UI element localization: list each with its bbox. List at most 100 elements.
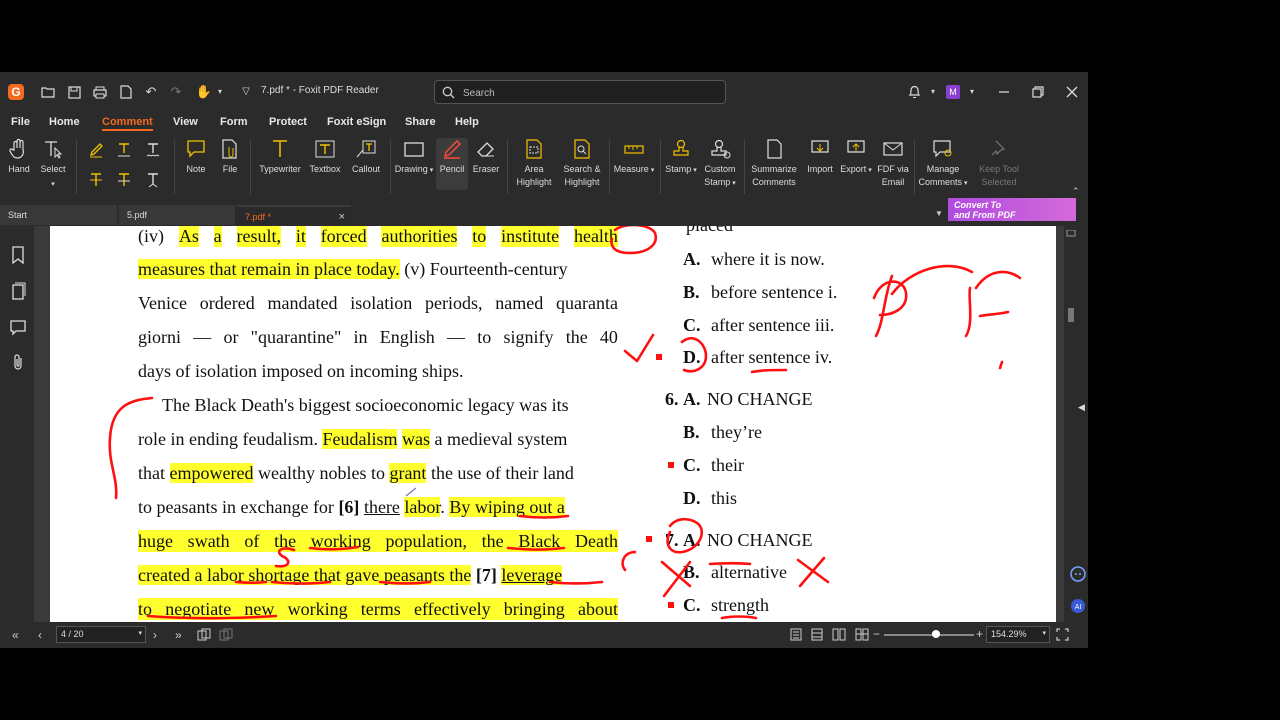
drawing-button[interactable]: Drawing ▾: [394, 138, 434, 177]
collapse-ribbon-icon[interactable]: ⌃: [1072, 186, 1080, 197]
tab-start[interactable]: Start: [0, 205, 117, 225]
new-document-icon[interactable]: [118, 84, 134, 100]
search-input[interactable]: [461, 84, 715, 102]
keep-label-1: Keep Tool: [979, 164, 1019, 174]
note-button[interactable]: Note: [182, 138, 210, 176]
chevron-down-icon[interactable]: ▾: [212, 84, 228, 100]
undo-icon[interactable]: ↶: [143, 84, 159, 100]
previous-view-icon[interactable]: [197, 628, 211, 642]
zoom-level-field[interactable]: 154.29% ▾: [986, 626, 1050, 643]
tab-5-pdf[interactable]: 5.pdf: [119, 205, 235, 225]
collapse-right-panel-icon[interactable]: ◀: [1078, 402, 1085, 413]
menu-file[interactable]: File: [11, 116, 30, 128]
menu-form[interactable]: Form: [220, 116, 248, 128]
bell-icon[interactable]: [906, 84, 922, 100]
stamp-button[interactable]: Stamp ▾: [664, 138, 698, 177]
measure-button[interactable]: Measure ▾: [613, 138, 655, 177]
manage-label-2: Comments: [918, 177, 963, 187]
save-icon[interactable]: [66, 84, 82, 100]
zoom-slider[interactable]: [884, 630, 974, 638]
select-tool-button[interactable]: Select ▾: [38, 138, 68, 191]
keep-tool-selected-button[interactable]: Keep Tool Selected: [974, 138, 1024, 189]
menu-help[interactable]: Help: [455, 116, 479, 128]
replace-text-icon[interactable]: [116, 172, 132, 188]
facing-view-icon[interactable]: [832, 628, 846, 641]
zoom-out-icon[interactable]: −: [873, 627, 880, 641]
page-number-field[interactable]: 4 / 20 ▾: [56, 626, 146, 643]
search-box[interactable]: [434, 80, 726, 104]
eraser-button[interactable]: Eraser: [470, 138, 502, 176]
option-text: this: [711, 488, 738, 508]
menu-comment[interactable]: Comment: [102, 116, 153, 131]
zoom-in-icon[interactable]: +: [976, 627, 983, 641]
menu-share[interactable]: Share: [405, 116, 436, 128]
redo-icon[interactable]: ↷: [168, 84, 184, 100]
area-highlight-button[interactable]: Area Highlight: [511, 138, 557, 189]
comments-panel-icon[interactable]: [10, 318, 26, 336]
custom-stamp-button[interactable]: Custom Stamp ▾: [700, 138, 740, 190]
pencil-button[interactable]: Pencil: [436, 138, 468, 190]
hand-tool-icon[interactable]: ✋: [196, 84, 212, 100]
file-attachment-button[interactable]: File: [216, 138, 244, 176]
user-avatar[interactable]: M: [946, 85, 960, 99]
menu-foxit-esign[interactable]: Foxit eSign: [327, 116, 386, 128]
bookmark-icon[interactable]: [10, 246, 26, 264]
continuous-view-icon[interactable]: [811, 628, 823, 641]
pages-thumbnail-icon[interactable]: [10, 282, 26, 300]
next-page-icon[interactable]: ›: [153, 628, 157, 642]
menu-home[interactable]: Home: [49, 116, 80, 128]
window-title: 7.pdf * - Foxit PDF Reader: [261, 85, 379, 96]
attachments-icon[interactable]: [10, 354, 26, 372]
import-button[interactable]: Import: [803, 138, 837, 176]
attach-file-icon: [222, 139, 237, 159]
ai-chat-icon[interactable]: AI: [1070, 598, 1086, 614]
zoom-slider-knob[interactable]: [932, 630, 940, 638]
print-icon[interactable]: [92, 84, 108, 100]
insert-text-icon[interactable]: [145, 172, 161, 188]
textbox-button[interactable]: Textbox: [306, 138, 344, 176]
notification-dropdown-icon[interactable]: ▾: [925, 84, 941, 100]
search-highlight-button[interactable]: Search & Highlight: [559, 138, 605, 189]
search-highlight-icon: [574, 139, 590, 159]
manage-comments-button[interactable]: Manage Comments ▾: [916, 138, 970, 190]
fdf-via-email-button[interactable]: FDF via Email: [874, 138, 912, 189]
close-tab-icon[interactable]: ×: [339, 207, 345, 227]
close-icon[interactable]: [1064, 84, 1080, 100]
convert-pdf-banner[interactable]: Convert To and From PDF: [948, 198, 1076, 221]
tab-list-dropdown-icon[interactable]: ▼: [935, 209, 943, 218]
passage-word: ordered: [199, 293, 255, 313]
last-page-icon[interactable]: »: [175, 628, 182, 642]
typewriter-button[interactable]: Typewriter: [256, 138, 304, 176]
ai-assistant-icon[interactable]: [1070, 566, 1086, 582]
callout-button[interactable]: Callout: [347, 138, 385, 176]
tab-7-pdf[interactable]: 7.pdf * ×: [237, 205, 351, 225]
menu-protect[interactable]: Protect: [269, 116, 307, 128]
fullscreen-icon[interactable]: [1056, 628, 1069, 641]
highlight-pen-icon[interactable]: [88, 142, 104, 158]
single-page-view-icon[interactable]: [790, 628, 802, 641]
summarize-icon: [767, 139, 782, 159]
export-button[interactable]: Export ▾: [839, 138, 873, 177]
continuous-facing-view-icon[interactable]: [855, 628, 869, 641]
underline-text-icon[interactable]: [116, 142, 132, 158]
hand-tool-button[interactable]: Hand: [5, 138, 33, 176]
callout-icon: [356, 140, 376, 158]
passage-text: the use of their land: [426, 463, 574, 483]
first-page-icon[interactable]: «: [12, 628, 19, 642]
restore-icon[interactable]: [1030, 84, 1046, 100]
quick-access-dropdown-icon[interactable]: ▽: [238, 84, 254, 100]
export-icon: [847, 140, 865, 153]
open-folder-icon[interactable]: [40, 84, 56, 100]
squiggly-text-icon[interactable]: [145, 142, 161, 158]
previous-page-icon[interactable]: ‹: [38, 628, 42, 642]
foxit-logo-icon[interactable]: G: [8, 84, 24, 100]
next-view-icon[interactable]: [219, 628, 233, 642]
separator: [76, 140, 77, 194]
minimize-icon[interactable]: [996, 84, 1012, 100]
passage-word: —: [447, 327, 466, 347]
summarize-label-2: Comments: [752, 177, 796, 187]
strikeout-text-icon[interactable]: [88, 172, 104, 188]
menu-view[interactable]: View: [173, 116, 198, 128]
summarize-comments-button[interactable]: Summarize Comments: [748, 138, 800, 189]
account-dropdown-icon[interactable]: ▾: [964, 84, 980, 100]
